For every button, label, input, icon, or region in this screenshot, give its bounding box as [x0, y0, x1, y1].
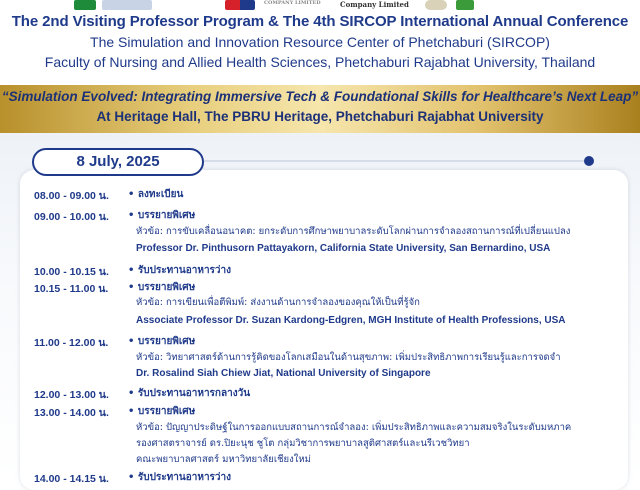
page-header: The 2nd Visiting Professor Program & The… — [0, 12, 640, 72]
schedule-time: 10.00 - 10.15 น. — [34, 266, 109, 278]
schedule-speaker-affiliation: คณะพยาบาลศาสตร์ มหาวิทยาลัยเชียงใหม่ — [136, 454, 311, 465]
schedule-topic: หัวข้อ: ปัญญาประดิษฐ์ในการออกแบบสถานการณ… — [136, 422, 572, 433]
divider-dot — [584, 156, 594, 166]
schedule-speaker-thai: รองศาสตราจารย์ ดร.ปิยะนุช ชูโต กลุ่มวิชา… — [136, 438, 470, 449]
logo-org — [102, 0, 152, 10]
schedule-time: 10.15 - 11.00 น. — [34, 283, 109, 295]
conference-venue: At Heritage Hall, The PBRU Heritage, Phe… — [96, 109, 544, 124]
logo-dsm — [74, 0, 96, 10]
schedule-time: 14.00 - 14.15 น. — [34, 473, 109, 485]
schedule-topic: หัวข้อ: การขับเคลื่อนอนาคต: ยกระดับการศึ… — [136, 226, 571, 237]
date-badge: 8 July, 2025 — [32, 148, 204, 176]
conference-theme: “Simulation Evolved: Integrating Immersi… — [1, 89, 639, 104]
logo-seal — [425, 0, 447, 10]
schedule-title: • รับประทานอาหารกลางวัน — [128, 388, 251, 399]
faculty-name: Faculty of Nursing and Allied Health Sci… — [44, 54, 596, 70]
schedule-speaker: Professor Dr. Pinthusorn Pattayakorn, Ca… — [136, 243, 551, 254]
schedule-topic: หัวข้อ: การเขียนเพื่อตีพิมพ์: ส่งงานด้าน… — [136, 297, 420, 308]
schedule-title: • บรรยายพิเศษ — [128, 282, 196, 293]
center-name: The Simulation and Innovation Resource C… — [90, 34, 550, 50]
theme-band: “Simulation Evolved: Integrating Immersi… — [0, 85, 640, 133]
logo-green — [456, 0, 474, 10]
schedule-title: • รับประทานอาหารว่าง — [128, 472, 232, 483]
logo-strip: COMPANY LIMITED Company Limited — [0, 0, 640, 12]
schedule-time: 09.00 - 10.00 น. — [34, 211, 109, 223]
schedule-speaker: Associate Professor Dr. Suzan Kardong-Ed… — [136, 315, 566, 326]
schedule-title: • บรรยายพิเศษ — [128, 406, 196, 417]
schedule-speaker: Dr. Rosalind Siah Chiew Jiat, National U… — [136, 368, 431, 379]
schedule-title: • รับประทานอาหารว่าง — [128, 265, 232, 276]
schedule-title: • บรรยายพิเศษ — [128, 336, 196, 347]
schedule-time: 13.00 - 14.00 น. — [34, 407, 109, 419]
schedule-time: 11.00 - 12.00 น. — [34, 337, 109, 349]
schedule-title: • ลงทะเบียน — [128, 189, 184, 200]
logo-gk — [225, 0, 255, 10]
schedule-topic: หัวข้อ: วิทยาศาสตร์ด้านการรู้คิดของโลกเส… — [136, 352, 561, 363]
schedule-title: • บรรยายพิเศษ — [128, 210, 196, 221]
logo-company-2-label: Company Limited — [340, 0, 409, 9]
divider — [204, 160, 584, 162]
logo-company-label: COMPANY LIMITED — [264, 0, 321, 6]
schedule-time: 08.00 - 09.00 น. — [34, 190, 109, 202]
page-title: The 2nd Visiting Professor Program & The… — [11, 13, 629, 30]
schedule-time: 12.00 - 13.00 น. — [34, 389, 109, 401]
